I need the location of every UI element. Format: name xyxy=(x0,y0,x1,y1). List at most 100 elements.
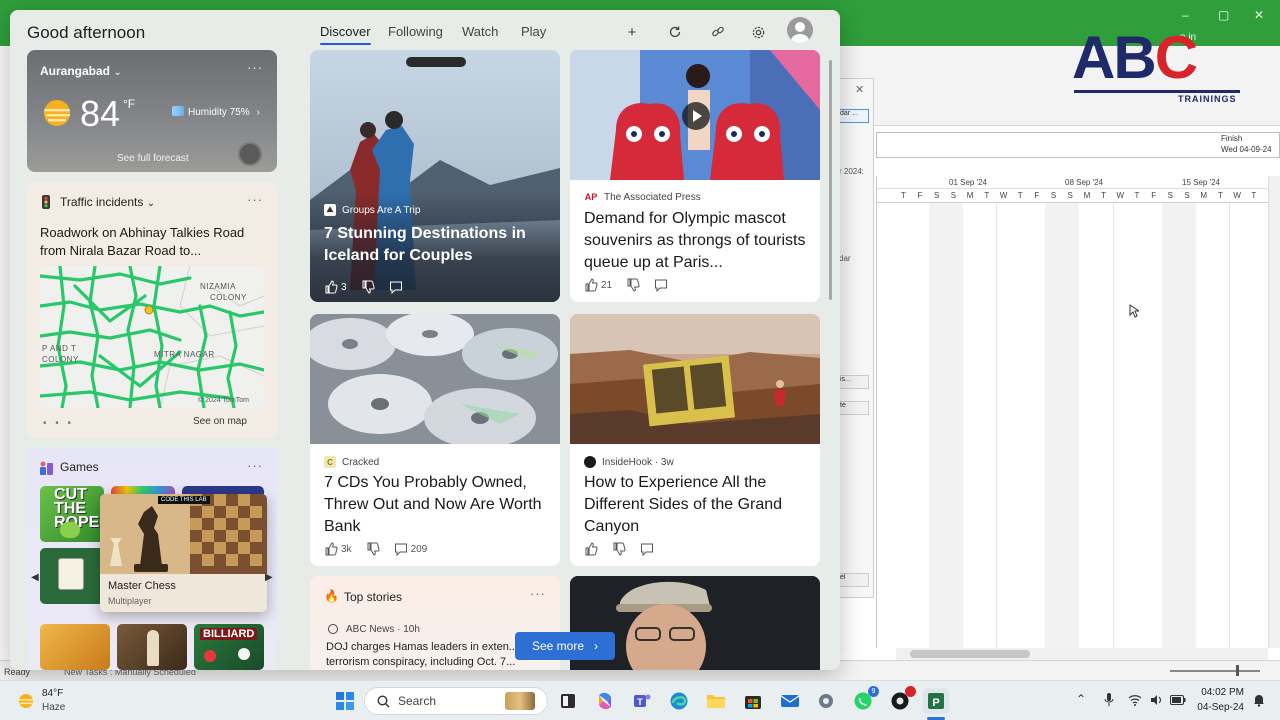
plus-icon[interactable]: + xyxy=(621,21,643,43)
carousel-next-icon[interactable]: ▶ xyxy=(265,572,273,583)
news-card-olympic[interactable]: AP The Associated Press Demand for Olymp… xyxy=(570,50,820,302)
widgets-icon[interactable] xyxy=(555,688,581,714)
zoom-slider-thumb[interactable] xyxy=(1236,665,1239,676)
see-on-map-link[interactable]: See on map xyxy=(193,416,247,427)
avatar[interactable] xyxy=(787,17,813,43)
comment-button[interactable]: 209 xyxy=(394,542,427,556)
traffic-title[interactable]: Traffic incidents ⌄ xyxy=(60,195,155,209)
minimize-button[interactable]: – xyxy=(1182,8,1189,22)
link-icon[interactable] xyxy=(707,21,729,43)
widgets-scrollbar[interactable] xyxy=(829,60,832,300)
dialog-close-icon[interactable]: ✕ xyxy=(855,83,864,96)
news-source[interactable]: C Cracked xyxy=(324,456,379,468)
store-icon[interactable] xyxy=(740,688,766,714)
chevron-down-icon[interactable]: ⌄ xyxy=(147,198,155,209)
game-tile[interactable] xyxy=(40,624,110,670)
dialog-button-bottom[interactable]: el xyxy=(839,573,869,587)
mahjong-tile[interactable] xyxy=(40,548,104,604)
refresh-icon[interactable] xyxy=(664,21,686,43)
weather-menu-icon[interactable]: ··· xyxy=(247,60,263,75)
gantt-horizontal-scrollbar[interactable] xyxy=(896,648,1268,660)
maximize-button[interactable]: ▢ xyxy=(1218,8,1229,22)
comment-button[interactable] xyxy=(654,278,668,292)
copilot-icon[interactable] xyxy=(592,688,618,714)
top-stories-source[interactable]: ABC News · 10h xyxy=(346,624,420,635)
games-card[interactable]: Games ··· CUT THE ROPE CODE THIS LAB Mas… xyxy=(27,448,277,670)
traffic-pager[interactable]: • • • xyxy=(43,418,74,429)
see-more-button[interactable]: See more › xyxy=(515,632,615,660)
news-headline[interactable]: 7 CDs You Probably Owned, Threw Out and … xyxy=(324,472,546,538)
like-button[interactable] xyxy=(584,542,598,556)
edge-icon[interactable] xyxy=(666,688,692,714)
gantt-chart[interactable]: 01 Sep '24 08 Sep '24 15 Sep '24 TFSSMTW… xyxy=(876,176,1268,648)
dislike-button[interactable] xyxy=(626,278,640,292)
news-source[interactable]: InsideHook · 3w xyxy=(584,456,674,468)
carousel-prev-icon[interactable]: ◀ xyxy=(31,572,39,583)
like-button[interactable]: 21 xyxy=(584,278,612,292)
weather-location[interactable]: Aurangabad ⌄ xyxy=(40,64,122,78)
notification-bell-icon[interactable] xyxy=(1252,693,1266,707)
tab-play[interactable]: Play xyxy=(521,24,546,39)
weather-badge-icon[interactable] xyxy=(238,142,262,166)
see-full-forecast-link[interactable]: See full forecast xyxy=(117,153,189,164)
battery-icon[interactable] xyxy=(1170,695,1186,705)
teams-icon[interactable]: T xyxy=(629,688,655,714)
settings-icon[interactable] xyxy=(813,688,839,714)
news-card-iceland[interactable]: ⛰ Groups Are A Trip 7 Stunning Destinati… xyxy=(310,50,560,302)
weather-humidity[interactable]: Humidity 75% › xyxy=(172,106,260,118)
taskbar-temperature[interactable]: 84°F xyxy=(42,688,63,699)
news-headline[interactable]: How to Experience All the Different Side… xyxy=(584,472,806,538)
chevron-down-icon[interactable]: ⌄ xyxy=(113,67,121,78)
games-menu-icon[interactable]: ··· xyxy=(247,458,263,473)
chevron-up-icon[interactable]: ⌃ xyxy=(1076,692,1086,706)
whatsapp-icon[interactable]: 9 xyxy=(850,686,879,714)
dialog-button-mid[interactable]: is... xyxy=(839,375,869,389)
traffic-map[interactable]: NIZAMIA COLONY P AND T COLONY MITRA NAGA… xyxy=(40,266,264,408)
like-button[interactable]: 3k xyxy=(324,542,352,556)
cut-the-rope-tile[interactable]: CUT THE ROPE xyxy=(40,486,104,542)
volume-icon[interactable] xyxy=(1150,694,1164,706)
tab-following[interactable]: Following xyxy=(388,24,443,39)
comment-button[interactable] xyxy=(640,542,654,556)
wifi-icon[interactable] xyxy=(1128,694,1142,706)
traffic-card[interactable]: Traffic incidents ⌄ ··· Roadwork on Abhi… xyxy=(27,182,277,438)
master-chess-tile[interactable]: CODE THIS LAB Master Chess Multiplayer xyxy=(100,494,267,612)
taskbar-time[interactable]: 04:02 PM xyxy=(1196,687,1244,698)
taskbar-date[interactable]: 04-Sep-24 xyxy=(1194,702,1244,713)
gantt-vertical-scrollbar[interactable] xyxy=(1268,176,1280,648)
tab-discover[interactable]: Discover xyxy=(320,24,371,45)
mail-icon[interactable] xyxy=(777,688,803,714)
zoom-slider[interactable] xyxy=(1170,670,1260,672)
tab-watch[interactable]: Watch xyxy=(462,24,498,39)
app-icon[interactable] xyxy=(887,686,916,714)
news-source[interactable]: ⛰ Groups Are A Trip xyxy=(324,204,420,216)
taskbar-condition[interactable]: Haze xyxy=(42,702,65,713)
dislike-button[interactable] xyxy=(612,542,626,556)
traffic-headline[interactable]: Roadwork on Abhinay Talkies Road from Ni… xyxy=(40,224,268,260)
project-icon[interactable]: P xyxy=(923,688,949,714)
dislike-button[interactable] xyxy=(361,280,375,294)
start-icon[interactable] xyxy=(332,688,358,714)
news-card-cds[interactable]: C Cracked 7 CDs You Probably Owned, Thre… xyxy=(310,314,560,566)
traffic-menu-icon[interactable]: ··· xyxy=(247,192,263,207)
file-explorer-icon[interactable] xyxy=(703,688,729,714)
play-video-button[interactable] xyxy=(682,102,710,130)
chess-tile[interactable] xyxy=(117,624,187,670)
scroll-thumb[interactable] xyxy=(910,650,1030,658)
dialog-button-mid2[interactable]: te xyxy=(839,401,869,415)
gear-icon[interactable] xyxy=(747,21,769,43)
news-card-grand-canyon[interactable]: InsideHook · 3w How to Experience All th… xyxy=(570,314,820,566)
news-headline[interactable]: 7 Stunning Destinations in Iceland for C… xyxy=(324,223,546,267)
taskbar-search[interactable]: Search xyxy=(364,687,548,715)
dislike-button[interactable] xyxy=(366,542,380,556)
news-headline[interactable]: Demand for Olympic mascot souvenirs as t… xyxy=(584,208,806,274)
billiard-tile[interactable]: BILLIARD xyxy=(194,624,264,670)
weather-haze-icon[interactable] xyxy=(17,692,35,710)
close-window-button[interactable]: ✕ xyxy=(1254,8,1264,22)
dialog-button-calendar[interactable]: dar ... xyxy=(839,109,869,123)
top-stories-menu-icon[interactable]: ··· xyxy=(530,586,546,601)
like-button[interactable]: 3 xyxy=(324,280,347,294)
news-source[interactable]: AP The Associated Press xyxy=(584,191,701,203)
finish-field[interactable] xyxy=(876,132,1280,158)
weather-card[interactable]: Aurangabad ⌄ ··· 84 °F Humidity 75% › Se… xyxy=(27,50,277,172)
